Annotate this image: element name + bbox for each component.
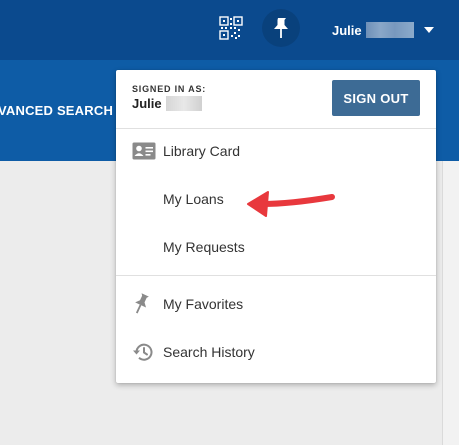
menu-item-label: My Loans — [163, 191, 224, 207]
menu-item-library-card[interactable]: Library Card — [116, 128, 436, 174]
menu-item-label: My Requests — [163, 239, 245, 255]
scrollbar[interactable] — [442, 161, 459, 445]
sign-out-button[interactable]: SIGN OUT — [332, 80, 420, 116]
user-dropdown-menu: SIGNED IN AS: Julie SIGN OUT Library Car… — [116, 70, 436, 383]
redacted-surname — [165, 96, 202, 111]
menu-item-label: Search History — [163, 344, 255, 360]
advanced-search-link[interactable]: VANCED SEARCH — [0, 103, 113, 118]
signed-in-user: Julie — [132, 96, 202, 111]
id-card-icon — [132, 142, 156, 160]
menu-item-search-history[interactable]: Search History — [116, 329, 436, 375]
pin-icon — [274, 18, 288, 38]
menu-item-my-requests[interactable]: My Requests — [116, 224, 436, 270]
signed-in-header: SIGNED IN AS: Julie SIGN OUT — [116, 70, 436, 129]
favorites-pin-button[interactable] — [262, 9, 300, 47]
annotation-arrow-icon — [247, 191, 335, 217]
signed-in-label: SIGNED IN AS: — [132, 84, 207, 94]
chevron-down-icon — [423, 27, 434, 33]
top-bar: Julie — [0, 0, 459, 60]
redacted-surname — [365, 22, 414, 38]
history-icon — [132, 342, 154, 362]
menu-item-label: Library Card — [163, 143, 241, 159]
pin-icon — [132, 293, 150, 315]
user-menu-button[interactable]: Julie — [332, 20, 434, 40]
user-name: Julie — [332, 22, 362, 38]
qr-code-button[interactable] — [214, 11, 248, 45]
menu-item-label: My Favorites — [163, 296, 244, 312]
menu-divider — [116, 275, 436, 276]
menu-item-my-favorites[interactable]: My Favorites — [116, 281, 436, 327]
qr-code-icon — [219, 16, 243, 40]
signed-in-name: Julie — [132, 96, 162, 111]
